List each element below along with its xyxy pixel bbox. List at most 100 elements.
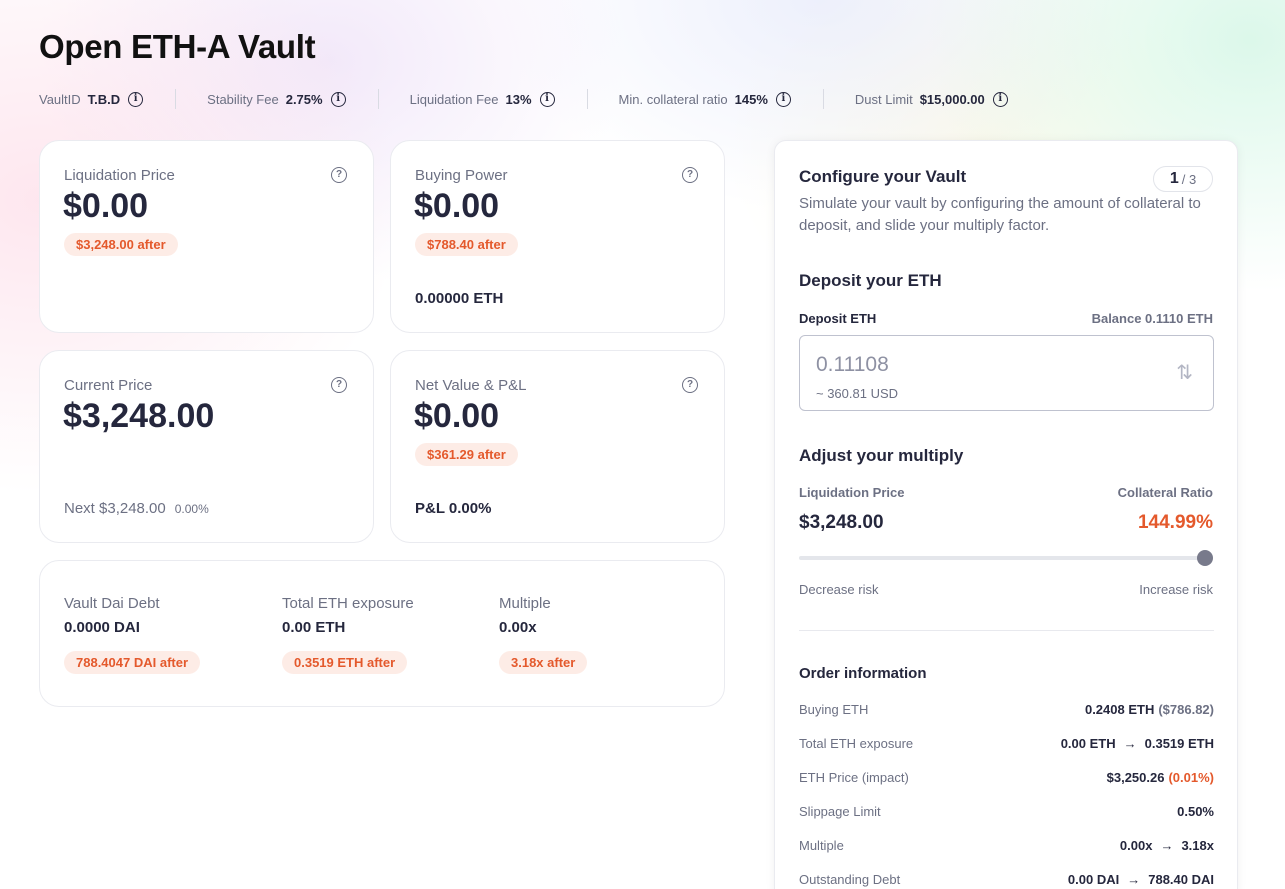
panel-title: Configure your Vault — [799, 167, 967, 186]
increase-risk-label: Increase risk — [1139, 582, 1213, 597]
after-badge: 0.3519 ETH after — [282, 651, 408, 674]
liquidation-price-label: Liquidation Price — [799, 485, 905, 500]
info-icon[interactable]: i — [992, 91, 1008, 107]
order-value: 0.00x → 3.18x — [1120, 838, 1214, 853]
vault-stats-bar: VaultID T.B.D i Stability Fee 2.75% i Li… — [39, 88, 1008, 110]
order-value-main: $3,250.26 — [1106, 769, 1165, 785]
decrease-risk-label: Decrease risk — [799, 582, 879, 597]
after-badge: $361.29 after — [415, 443, 518, 466]
stat-liquidation-fee: Liquidation Fee 13% i — [409, 91, 555, 107]
pnl-value: P&L 0.00% — [415, 500, 492, 517]
configure-vault-panel: Configure your Vault 1 / 3 Simulate your… — [774, 140, 1238, 889]
vault-summary-card: Vault Dai Debt 0.0000 DAI 788.4047 DAI a… — [39, 560, 725, 707]
order-key: Outstanding Debt — [799, 871, 901, 887]
collateral-ratio-label: Collateral Ratio — [1117, 485, 1213, 500]
help-icon[interactable]: ? — [331, 377, 347, 393]
card-value: $0.00 — [63, 187, 149, 225]
swap-currency-icon[interactable]: ⇅ — [1176, 360, 1193, 385]
order-row-eth-price-impact: ETH Price (impact) $3,250.26 (0.01%) — [799, 767, 1214, 787]
stat-label: VaultID — [39, 91, 81, 107]
order-key: ETH Price (impact) — [799, 769, 909, 785]
stat-divider — [822, 89, 824, 109]
order-key: Multiple — [799, 837, 844, 853]
stat-dust-limit: Dust Limit $15,000.00 i — [854, 91, 1008, 107]
divider — [799, 630, 1214, 631]
summary-value: 0.00 ETH — [282, 619, 346, 636]
order-row-total-eth-exposure: Total ETH exposure 0.00 ETH → 0.3519 ETH — [799, 733, 1214, 753]
deposit-heading: Deposit your ETH — [799, 271, 942, 290]
card-value: $0.00 — [414, 187, 500, 225]
multiply-slider-track[interactable] — [799, 556, 1207, 560]
stat-value: 13% — [505, 91, 532, 107]
stat-value: T.B.D — [87, 91, 121, 107]
deposit-label: Deposit ETH — [799, 311, 877, 326]
step-indicator: 1 / 3 — [1153, 166, 1213, 192]
summary-label: Total ETH exposure — [282, 595, 414, 612]
order-row-slippage-limit: Slippage Limit 0.50% — [799, 801, 1214, 821]
summary-dai-debt: Vault Dai Debt 0.0000 DAI — [64, 595, 160, 636]
current-price-card: Current Price ? $3,248.00 Next $3,248.00… — [39, 350, 374, 543]
stat-label: Dust Limit — [854, 91, 913, 107]
stat-label: Stability Fee — [207, 91, 279, 107]
panel-description: Simulate your vault by configuring the a… — [799, 195, 1201, 234]
after-badge: $788.40 after — [415, 233, 518, 256]
stat-label: Min. collateral ratio — [618, 91, 728, 107]
summary-label: Vault Dai Debt — [64, 595, 160, 612]
arrow-right-icon: → — [1123, 735, 1137, 751]
summary-label: Multiple — [499, 595, 551, 612]
order-value-to: 3.18x — [1181, 837, 1214, 853]
arrow-right-icon: → — [1160, 837, 1174, 853]
step-total: / 3 — [1181, 171, 1197, 187]
info-icon[interactable]: i — [539, 91, 555, 107]
next-price-change: 0.00% — [174, 502, 209, 516]
card-label: Buying Power — [415, 167, 508, 184]
order-value: 0.2408 ETH ($786.82) — [1085, 702, 1214, 717]
multiply-slider-thumb[interactable] — [1197, 550, 1213, 566]
card-label: Liquidation Price — [64, 167, 175, 184]
order-value-from: 0.00x — [1119, 837, 1153, 853]
card-value: $0.00 — [414, 397, 500, 435]
order-row-outstanding-debt: Outstanding Debt 0.00 DAI → 788.40 DAI — [799, 869, 1214, 889]
liquidation-price-value: $3,248.00 — [799, 512, 884, 533]
info-icon[interactable]: i — [330, 91, 346, 107]
order-key: Buying ETH — [799, 701, 869, 717]
order-value-to: 0.3519 ETH — [1144, 735, 1214, 751]
summary-multiple: Multiple 0.00x — [499, 595, 551, 636]
arrow-right-icon: → — [1127, 871, 1141, 887]
page-title: Open ETH-A Vault — [39, 28, 316, 65]
stat-value: 145% — [734, 91, 768, 107]
stat-value: $15,000.00 — [919, 91, 985, 107]
deposit-amount-input[interactable]: 0.11108 ~ 360.81 USD ⇅ — [799, 335, 1214, 411]
next-price: Next $3,248.00 0.00% — [64, 500, 209, 517]
stat-min-collateral-ratio: Min. collateral ratio 145% i — [618, 91, 791, 107]
step-current: 1 — [1169, 170, 1179, 187]
order-key: Total ETH exposure — [799, 735, 914, 751]
after-badge: $3,248.00 after — [64, 233, 178, 256]
info-icon[interactable]: i — [775, 91, 791, 107]
page: Open ETH-A Vault VaultID T.B.D i Stabili… — [0, 0, 1285, 889]
liquidation-price-card: Liquidation Price ? $0.00 $3,248.00 afte… — [39, 140, 374, 333]
order-value-main: 0.2408 ETH — [1084, 701, 1155, 717]
card-label: Current Price — [64, 377, 153, 394]
summary-value: 0.00x — [499, 619, 537, 636]
after-badge: 788.4047 DAI after — [64, 651, 201, 674]
collateral-ratio-value: 144.99% — [1137, 512, 1213, 533]
buying-power-eth: 0.00000 ETH — [415, 290, 504, 307]
summary-eth-exposure: Total ETH exposure 0.00 ETH — [282, 595, 414, 636]
order-row-buying-eth: Buying ETH 0.2408 ETH ($786.82) — [799, 699, 1214, 719]
info-icon[interactable]: i — [128, 91, 144, 107]
stat-label: Liquidation Fee — [409, 91, 499, 107]
stat-stability-fee: Stability Fee 2.75% i — [207, 91, 346, 107]
card-label: Net Value & P&L — [415, 377, 527, 394]
deposit-usd-value: ~ 360.81 USD — [816, 386, 899, 401]
order-value-to: 788.40 DAI — [1148, 871, 1214, 887]
help-icon[interactable]: ? — [682, 167, 698, 183]
deposit-amount-value[interactable]: 0.11108 — [816, 353, 889, 377]
help-icon[interactable]: ? — [682, 377, 698, 393]
stat-vault-id: VaultID T.B.D i — [39, 91, 144, 107]
multiply-heading: Adjust your multiply — [799, 446, 964, 465]
help-icon[interactable]: ? — [331, 167, 347, 183]
card-value: $3,248.00 — [63, 397, 215, 435]
order-value-extra: (0.01%) — [1168, 769, 1214, 785]
next-price-label: Next $3,248.00 — [64, 500, 166, 517]
